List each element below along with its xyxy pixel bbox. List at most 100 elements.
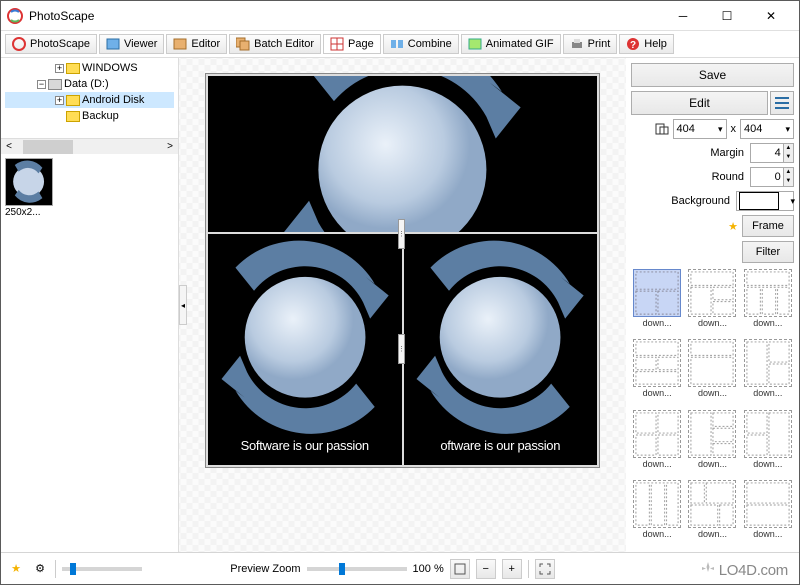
tab-photoscape[interactable]: PhotoScape [5,34,97,54]
layout-label: down... [753,318,782,328]
color-swatch[interactable] [739,192,779,210]
frame-button[interactable]: Frame [742,215,794,237]
close-button[interactable]: ✕ [749,1,793,30]
right-panel: Save Edit 404 x 404 Margin ▲▼ Round ▲▼ B… [626,58,799,552]
zoom-out-button[interactable]: − [476,559,496,579]
page-frame[interactable]: Software is our passion oftware is our p… [205,73,600,468]
spin-up-icon[interactable]: ▲ [783,168,793,177]
layout-label: down... [643,459,672,469]
round-input[interactable]: ▲▼ [750,167,794,187]
layout-label: down... [753,388,782,398]
layout-label: down... [753,459,782,469]
zoom-slider[interactable] [307,567,407,571]
x-label: x [731,123,737,135]
page-cell-bottom-left[interactable]: Software is our passion [208,234,402,465]
layout-label: down... [698,529,727,539]
tab-print[interactable]: Print [563,34,618,54]
app-icon [7,8,23,24]
margin-input[interactable]: ▲▼ [750,143,794,163]
expander-icon[interactable]: − [37,80,46,89]
thumbnail-image[interactable] [5,158,53,206]
tree-item[interactable]: Backup [5,108,174,124]
batch-icon [236,37,250,51]
tab-bar: PhotoScape Viewer Editor Batch Editor Pa… [1,31,799,58]
layout-option[interactable] [744,269,792,317]
filter-button[interactable]: Filter [742,241,794,263]
layout-label: down... [698,388,727,398]
svg-text:?: ? [630,40,636,51]
scroll-thumb[interactable] [23,140,73,154]
minimize-button[interactable]: ─ [661,1,705,30]
thumbnail-item[interactable]: 250x2... [5,158,59,218]
help-icon: ? [626,37,640,51]
save-button[interactable]: Save [631,63,794,87]
tab-help[interactable]: ?Help [619,34,674,54]
layout-option[interactable] [633,480,681,528]
margin-label: Margin [710,147,744,159]
page-cell-bottom-right[interactable]: oftware is our passion [404,234,598,465]
layout-label: down... [643,529,672,539]
width-select[interactable]: 404 [673,119,727,139]
tab-animated-gif[interactable]: Animated GIF [461,34,561,54]
layout-option[interactable] [744,410,792,458]
expander-icon[interactable]: + [55,64,64,73]
thumbnail-list: 250x2... [1,154,178,552]
edit-button[interactable]: Edit [631,91,768,115]
list-toggle-button[interactable] [770,91,794,115]
canvas-area[interactable]: ◂ Software is our passion oftware is our… [179,58,626,552]
spin-down-icon[interactable]: ▼ [783,153,793,162]
scroll-right-icon[interactable]: > [162,139,178,155]
spin-up-icon[interactable]: ▲ [783,144,793,153]
layout-option[interactable] [633,410,681,458]
gear-icon[interactable]: ⚙ [31,560,49,578]
height-select[interactable]: 404 [740,119,794,139]
status-bar: ★ ⚙ Preview Zoom 100 % − + [1,552,799,584]
tab-viewer[interactable]: Viewer [99,34,164,54]
folder-icon [66,63,80,74]
left-panel: +WINDOWS −Data (D:) +Android Disk Backup… [1,58,179,552]
tree-scrollbar[interactable]: < > [1,138,178,154]
folder-icon [66,95,80,106]
background-color-picker[interactable] [736,191,794,211]
thumbnail-label: 250x2... [5,207,59,218]
layout-label: down... [643,388,672,398]
tab-editor[interactable]: Editor [166,34,227,54]
splitter-handle[interactable]: ⋮ [398,334,405,364]
tree-item[interactable]: +WINDOWS [5,60,174,76]
titlebar: PhotoScape ─ ☐ ✕ [1,1,799,31]
maximize-button[interactable]: ☐ [705,1,749,30]
scroll-left-icon[interactable]: < [1,139,17,155]
folder-tree[interactable]: +WINDOWS −Data (D:) +Android Disk Backup [1,58,178,138]
layout-option[interactable] [744,480,792,528]
layout-option[interactable] [688,410,736,458]
layout-option[interactable] [688,339,736,387]
star-icon[interactable]: ★ [728,220,738,233]
layout-label: down... [753,529,782,539]
tab-batch-editor[interactable]: Batch Editor [229,34,321,54]
cell-caption: oftware is our passion [404,438,598,453]
content-area: +WINDOWS −Data (D:) +Android Disk Backup… [1,58,799,552]
splitter-handle[interactable]: ⋮ [398,219,405,249]
star-icon[interactable]: ★ [7,560,25,578]
zoom-in-button[interactable]: + [502,559,522,579]
tab-page[interactable]: Page [323,34,381,54]
layout-option[interactable] [633,339,681,387]
layout-option[interactable] [688,269,736,317]
collapse-handle[interactable]: ◂ [179,285,187,325]
orientation-icon[interactable] [655,122,669,136]
tree-item[interactable]: +Android Disk [5,92,174,108]
page-cell-top[interactable] [208,76,597,232]
layout-option[interactable] [633,269,681,317]
layout-label: down... [643,318,672,328]
tree-item[interactable]: −Data (D:) [5,76,174,92]
layout-option[interactable] [688,480,736,528]
thumb-size-slider[interactable] [62,567,142,571]
expander-icon[interactable]: + [55,96,64,105]
fullscreen-button[interactable] [535,559,555,579]
print-icon [570,37,584,51]
tab-combine[interactable]: Combine [383,34,459,54]
spin-down-icon[interactable]: ▼ [783,177,793,186]
fit-button[interactable] [450,559,470,579]
cell-caption: Software is our passion [208,438,402,453]
layout-option[interactable] [744,339,792,387]
